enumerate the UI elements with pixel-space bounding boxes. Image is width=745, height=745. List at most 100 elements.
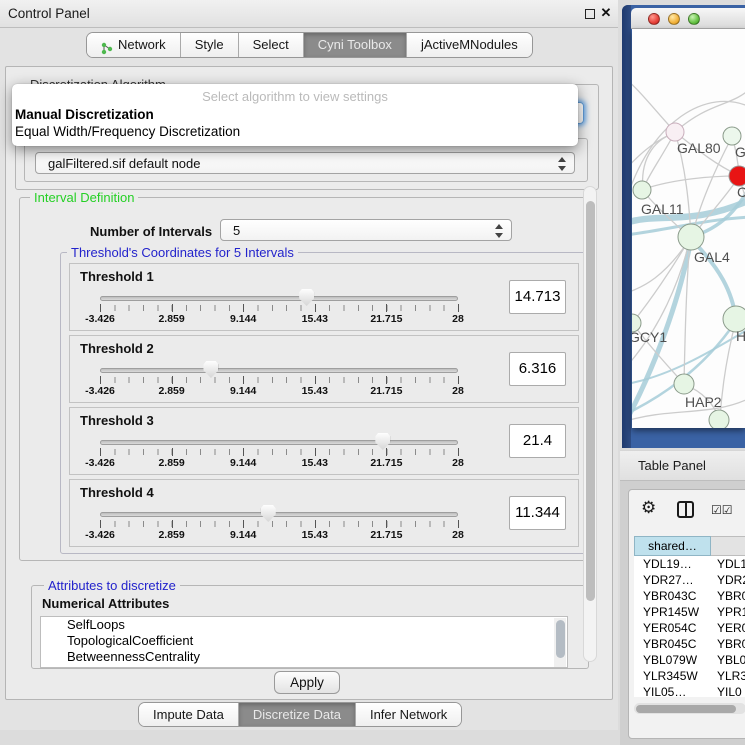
tab-discretize-data[interactable]: Discretize Data [239,703,356,726]
close-icon[interactable]: ✕ [598,5,614,21]
table-header-row: shared… n [634,536,745,556]
threshold-4-title: Threshold 4 [80,485,154,500]
column-header-name[interactable]: n [711,536,745,556]
control-panel: Control Panel ✕ Network Style Select Cyn… [0,0,618,730]
slider-thumb[interactable] [375,433,390,450]
threshold-4-slider[interactable]: -3.426 2.859 9.144 15.43 21.715 28 [100,506,458,542]
thresholds-group: Threshold's Coordinates for 5 Intervals … [60,252,588,554]
slider-track[interactable] [100,368,458,373]
table-row[interactable]: YLR345WYLR3 [634,668,745,684]
window-frame-edge [622,5,631,448]
svg-text:HAP2: HAP2 [685,394,722,410]
threshold-2-value[interactable]: 6.316 [509,352,566,386]
scrollbar-thumb[interactable] [586,201,595,601]
slider-ticks [100,521,458,527]
svg-text:GAL4: GAL4 [694,249,730,265]
tab-network[interactable]: Network [87,33,181,57]
table-data-value: galFiltered.sif default node [48,153,200,174]
interval-definition-group: Interval Definition Number of Intervals … [19,197,592,561]
slider-track[interactable] [100,296,458,301]
threshold-3-panel: Threshold 3 -3.426 2.859 9.144 15.43 21.… [69,407,579,475]
svg-text:GAL11: GAL11 [641,201,684,217]
bottom-tab-strip: Impute Data Discretize Data Infer Networ… [138,702,462,727]
panel-scrollbar[interactable] [583,186,597,662]
slider-thumb[interactable] [203,361,218,378]
threshold-3-title: Threshold 3 [80,413,154,428]
threshold-3-slider[interactable]: -3.426 2.859 9.144 15.43 21.715 28 [100,434,458,470]
slider-ticks [100,449,458,455]
top-tab-strip: Network Style Select Cyni Toolbox jActiv… [86,32,533,58]
threshold-1-slider[interactable]: -3.426 2.859 9.144 15.43 21.715 28 [100,290,458,326]
threshold-3-value[interactable]: 21.4 [509,424,566,458]
list-item[interactable]: TopologicalCoefficient [41,633,567,649]
tab-select[interactable]: Select [239,33,304,57]
table-row[interactable]: YDR27…YDR2 [634,572,745,588]
node-table: shared… n YDL19…YDL1 YDR27…YDR2 YBR043CY… [634,536,745,697]
threshold-4-value[interactable]: 11.344 [509,496,566,530]
table-row[interactable]: YPR145WYPR1 [634,604,745,620]
table-row[interactable]: YIL05…YIL0 [634,684,745,697]
network-svg: GAL80GCGAL11GAL4GCY1HHAP2 [632,29,745,428]
menu-item-manual-discretization[interactable]: Manual Discretization [15,107,154,122]
network-icon [101,39,113,52]
tab-jactivemnodules[interactable]: jActiveMNodules [407,33,532,57]
table-horizontal-scrollbar[interactable] [634,703,745,714]
zoom-traffic-icon[interactable] [688,13,700,25]
table-row[interactable]: YBL079WYBL0 [634,652,745,668]
numerical-attributes-label: Numerical Attributes [42,596,169,611]
threshold-1-title: Threshold 1 [80,269,154,284]
slider-thumb[interactable] [261,505,276,522]
number-of-intervals-label: Number of Intervals [90,224,212,239]
threshold-1-panel: Threshold 1 -3.426 2.859 9.144 15.43 21.… [69,263,579,331]
slider-thumb[interactable] [299,289,314,306]
column-header-shared[interactable]: shared… [634,536,711,556]
algorithm-dropdown-popup: Select algorithm to view settings Manual… [12,84,578,146]
threshold-4-panel: Threshold 4 -3.426 2.859 9.144 15.43 21.… [69,479,579,547]
list-scrollbar[interactable] [554,618,566,668]
table-data-combo[interactable]: galFiltered.sif default node [35,152,575,174]
network-window-titlebar[interactable] [631,8,745,29]
apply-button[interactable]: Apply [274,671,340,694]
popup-hint: Select algorithm to view settings [12,89,578,104]
numerical-attributes-list[interactable]: SelfLoops TopologicalCoefficient Between… [40,616,568,668]
combo-stepper-icon [558,157,567,171]
attributes-group: Attributes to discretize Numerical Attri… [31,585,589,669]
table-panel-header: Table Panel [620,450,745,481]
cyni-toolbox-panel: Discretization Algorithm Table Data galF… [5,66,613,700]
menu-item-equal-width-frequency[interactable]: Equal Width/Frequency Discretization [15,124,240,139]
tab-network-label: Network [118,33,166,57]
table-card: ⚙ ☑☑ shared… n YDL19…YDL1 YDR27…YDR2 YBR… [628,489,745,739]
table-row[interactable]: YER054CYER0 [634,620,745,636]
close-traffic-icon[interactable] [648,13,660,25]
table-row[interactable]: YBR045CYBR0 [634,636,745,652]
table-rows: YDL19…YDL1 YDR27…YDR2 YBR043CYBR0 YPR145… [634,556,745,697]
threshold-1-value[interactable]: 14.713 [509,280,566,314]
svg-text:GAL80: GAL80 [677,140,721,156]
slider-track[interactable] [100,440,458,445]
float-panel-icon[interactable] [585,9,595,19]
table-row[interactable]: YBR043CYBR0 [634,588,745,604]
number-of-intervals-combo[interactable]: 5 [220,219,512,241]
thresholds-group-label: Threshold's Coordinates for 5 Intervals [67,245,298,260]
list-item[interactable]: BetweennessCentrality [41,649,567,665]
number-of-intervals-value: 5 [233,220,240,241]
slider-ticks [100,305,458,311]
scrollbar-thumb[interactable] [636,705,736,713]
select-columns-icon[interactable]: ☑☑ [711,503,733,517]
threshold-2-slider[interactable]: -3.426 2.859 9.144 15.43 21.715 28 [100,362,458,398]
slider-track[interactable] [100,512,458,517]
network-canvas[interactable]: GAL80GCGAL11GAL4GCY1HHAP2 [632,29,745,428]
tab-style[interactable]: Style [181,33,239,57]
gear-icon[interactable]: ⚙ [641,498,656,518]
table-panel-title: Table Panel [638,451,706,481]
network-view-window: GAL80GCGAL11GAL4GCY1HHAP2 [622,5,745,448]
tab-cyni-toolbox[interactable]: Cyni Toolbox [304,33,407,57]
svg-text:H: H [736,328,745,344]
tab-infer-network[interactable]: Infer Network [356,703,461,726]
svg-text:GCY1: GCY1 [632,329,667,345]
split-columns-icon[interactable] [677,501,694,518]
tab-impute-data[interactable]: Impute Data [139,703,239,726]
minimize-traffic-icon[interactable] [668,13,680,25]
table-row[interactable]: YDL19…YDL1 [634,556,745,572]
list-item[interactable]: SelfLoops [41,617,567,633]
